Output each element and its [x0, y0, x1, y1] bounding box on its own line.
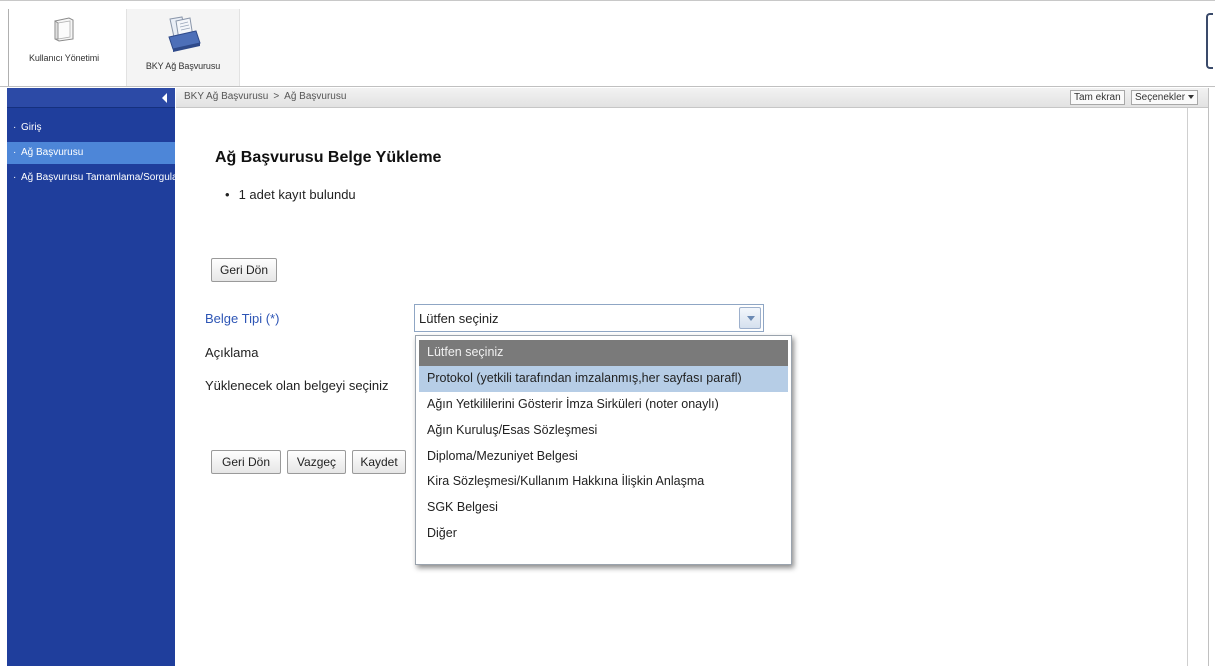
frame-right-border [1208, 88, 1209, 666]
toolbar-user-management[interactable]: Kullanıcı Yönetimi [12, 15, 116, 79]
chevron-down-icon[interactable] [739, 307, 761, 329]
bullet-icon: · [13, 172, 17, 183]
breadcrumb-item[interactable]: Ağ Başvurusu [284, 91, 346, 102]
dropdown-option-articles[interactable]: Ağın Kuruluş/Esas Sözleşmesi [419, 418, 788, 444]
result-count: • 1 adet kayıt bulundu [225, 187, 356, 202]
main-panel: BKY Ağ Başvurusu > Ağ Başvurusu Tam ekran … [176, 88, 1209, 666]
sidebar-header [7, 88, 175, 108]
description-label: Açıklama [205, 345, 259, 360]
dropdown-option-sgk[interactable]: SGK Belgesi [419, 495, 788, 521]
toolbar-bky-network-application[interactable]: BKY Ağ Başvurusu [126, 9, 240, 86]
folder-icon [54, 17, 74, 42]
document-type-dropdown: Lütfen seçiniz Protokol (yetkili tarafın… [415, 335, 792, 565]
sidebar-item-label: Ağ Başvurusu [21, 147, 84, 158]
document-type-value: Lütfen seçiniz [419, 311, 499, 326]
app-window: Kullanıcı Yönetimi BKY Ağ Başvurusu · Gi… [0, 0, 1215, 666]
options-button[interactable]: Seçenekler [1131, 90, 1199, 105]
sidebar-item-network-application[interactable]: · Ağ Başvurusu [7, 142, 175, 164]
bullet-icon: · [13, 122, 17, 133]
sidebar-item-label: Ağ Başvurusu Tamamlama/Sorgulama [21, 172, 175, 183]
sidebar-item-label: Giriş [21, 122, 42, 133]
breadcrumb-separator: > [273, 91, 280, 102]
sidebar-item-home[interactable]: · Giriş [7, 117, 175, 139]
main-header-bar: BKY Ağ Başvurusu > Ağ Başvurusu Tam ekran … [176, 88, 1209, 108]
bullet-icon: • [225, 187, 230, 202]
content-right-border [1187, 108, 1188, 666]
dropdown-option-diploma[interactable]: Diploma/Mezuniyet Belgesi [419, 444, 788, 470]
fullscreen-button[interactable]: Tam ekran [1070, 90, 1125, 105]
toolbar-user-management-label: Kullanıcı Yönetimi [28, 53, 100, 63]
toolbar-bky-label: BKY Ağ Başvurusu [145, 61, 221, 71]
dropdown-option-protocol[interactable]: Protokol (yetkili tarafından imzalanmış,… [419, 365, 788, 392]
toolbar-bottom-rule [0, 86, 1215, 87]
dropdown-option-placeholder[interactable]: Lütfen seçiniz [419, 340, 788, 366]
sidebar-item-application-completion[interactable]: · Ağ Başvurusu Tamamlama/Sorgulama [7, 167, 175, 189]
cancel-button[interactable]: Vazgeç [287, 450, 346, 474]
document-type-select[interactable]: Lütfen seçiniz [414, 304, 764, 332]
back-button-top[interactable]: Geri Dön [211, 258, 277, 282]
file-select-label: Yüklenecek olan belgeyi seçiniz [205, 378, 389, 393]
document-type-label: Belge Tipi (*) [205, 311, 280, 326]
collapse-sidebar-icon[interactable] [162, 93, 167, 103]
dropdown-option-signature-circular[interactable]: Ağın Yetkililerini Gösterir İmza Sirküle… [419, 392, 788, 418]
window-edge-handle [1206, 13, 1213, 69]
sidebar: · Giriş · Ağ Başvurusu · Ağ Başvurusu Ta… [7, 88, 175, 666]
page-title: Ağ Başvurusu Belge Yükleme [215, 149, 442, 166]
dropdown-option-lease[interactable]: Kira Sözleşmesi/Kullanım Hakkına İlişkin… [419, 469, 788, 495]
top-toolbar: Kullanıcı Yönetimi BKY Ağ Başvurusu [0, 0, 1215, 87]
documents-icon [168, 16, 201, 52]
bullet-icon: · [13, 147, 17, 158]
options-label: Seçenekler [1135, 92, 1186, 103]
breadcrumb: BKY Ağ Başvurusu > Ağ Başvurusu [184, 91, 346, 102]
back-button[interactable]: Geri Dön [211, 450, 281, 474]
result-count-text: 1 adet kayıt bulundu [238, 187, 356, 202]
save-button[interactable]: Kaydet [352, 450, 406, 474]
caret-down-icon [1188, 95, 1195, 99]
toolbar-divider [8, 9, 9, 87]
breadcrumb-item[interactable]: BKY Ağ Başvurusu [184, 91, 268, 102]
dropdown-option-other[interactable]: Diğer [419, 521, 788, 547]
